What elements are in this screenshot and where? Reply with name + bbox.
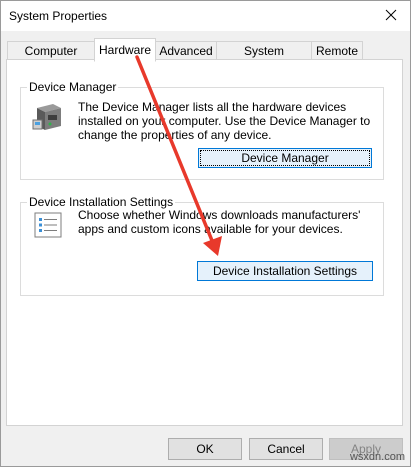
tab-computer-name[interactable]: Computer Name — [7, 41, 95, 76]
device-manager-description: The Device Manager lists all the hardwar… — [78, 100, 371, 142]
tab-remote[interactable]: Remote — [311, 41, 363, 60]
device-installation-description: Choose whether Windows downloads manufac… — [78, 208, 361, 236]
watermark-text: wsxdn.com — [349, 451, 405, 463]
tab-advanced[interactable]: Advanced — [155, 41, 217, 60]
tab-hardware[interactable]: Hardware — [94, 38, 156, 62]
hardware-tab-panel: Device Manager The Device Manager lists … — [6, 59, 403, 426]
device-manager-button-label: Device Manager — [200, 150, 370, 166]
tab-system-protection[interactable]: System Protection — [216, 41, 312, 76]
device-installation-settings-button[interactable]: Device Installation Settings — [197, 261, 373, 281]
device-manager-icon — [32, 104, 61, 130]
device-manager-group-label: Device Manager — [27, 80, 119, 94]
device-installation-group-label: Device Installation Settings — [27, 195, 176, 209]
device-installation-icon — [34, 212, 62, 238]
ok-button[interactable]: OK — [168, 438, 242, 460]
close-button[interactable] — [378, 3, 404, 27]
window-title: System Properties — [9, 9, 108, 23]
device-manager-button[interactable]: Device Manager — [198, 148, 372, 168]
close-icon — [385, 9, 397, 21]
title-bar[interactable]: System Properties — [1, 1, 410, 31]
cancel-button[interactable]: Cancel — [249, 438, 323, 460]
